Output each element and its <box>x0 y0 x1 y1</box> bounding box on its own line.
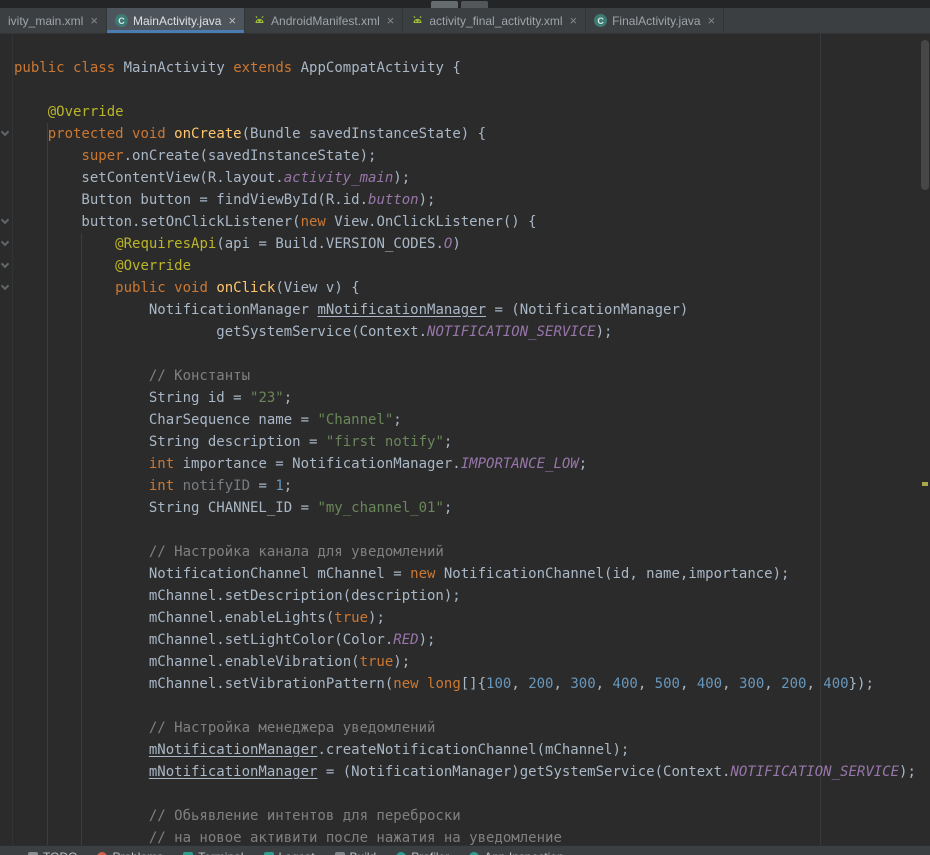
code-line: String id = "23"; <box>14 387 930 409</box>
code-line: @Override <box>14 255 930 277</box>
code-line: mChannel.enableLights(true); <box>14 607 930 629</box>
code-line: mChannel.setLightColor(Color.RED); <box>14 629 930 651</box>
close-tab-icon[interactable]: × <box>708 14 716 27</box>
fold-arrow-icon[interactable] <box>1 282 9 290</box>
code-line <box>14 79 930 101</box>
tab-ivity-main-xml[interactable]: ivity_main.xml × <box>0 8 107 33</box>
code-line: int notifyID = 1; <box>14 475 930 497</box>
code-line: NotificationChannel mChannel = new Notif… <box>14 563 930 585</box>
code-line: mChannel.setVibrationPattern(new long[]{… <box>14 673 930 695</box>
toolwindow-button-profiler[interactable]: Profiler <box>396 850 449 855</box>
close-tab-icon[interactable]: × <box>387 14 395 27</box>
code-line: // Константы <box>14 365 930 387</box>
android-xml-icon <box>411 14 424 27</box>
code-line: setContentView(R.layout.activity_main); <box>14 167 930 189</box>
toolwindow-button-terminal[interactable]: Terminal <box>183 850 243 855</box>
toolwindow-label: Profiler <box>411 850 449 855</box>
code-line <box>14 783 930 805</box>
fold-arrow-icon[interactable] <box>1 216 9 224</box>
close-tab-icon[interactable]: × <box>570 14 578 27</box>
code-line <box>14 519 930 541</box>
android-xml-icon <box>253 14 266 27</box>
java-class-icon: C <box>594 14 607 27</box>
tab-label: MainActivity.java <box>133 14 221 28</box>
toolwindow-label: Problems <box>112 850 163 855</box>
fold-arrow-icon[interactable] <box>1 238 9 246</box>
code-line: CharSequence name = "Channel"; <box>14 409 930 431</box>
close-tab-icon[interactable]: × <box>228 14 236 27</box>
tab-androidmanifest-xml[interactable]: AndroidManifest.xml × <box>245 8 403 33</box>
code-line: public void onClick(View v) { <box>14 277 930 299</box>
editor[interactable]: public class MainActivity extends AppCom… <box>0 34 930 855</box>
toolwindow-label: Logcat <box>279 850 315 855</box>
toolwindow-label: TODO <box>43 850 77 855</box>
toolwindow-button-build[interactable]: Build <box>335 850 377 855</box>
code-line: button.setOnClickListener(new View.OnCli… <box>14 211 930 233</box>
toolwindow-label: App Inspection <box>484 850 563 855</box>
code-area: public class MainActivity extends AppCom… <box>14 57 930 849</box>
android-studio-window: ivity_main.xml×CMainActivity.java×Androi… <box>0 0 930 855</box>
code-line: public class MainActivity extends AppCom… <box>14 57 930 79</box>
code-line: // Обьявление интентов для переброски <box>14 805 930 827</box>
toolwindow-button-app-inspection[interactable]: App Inspection <box>469 850 563 855</box>
warning-stripe-mark <box>922 482 928 486</box>
code-line: NotificationManager mNotificationManager… <box>14 299 930 321</box>
toolwindow-label: Build <box>350 850 377 855</box>
code-line: mChannel.enableVibration(true); <box>14 651 930 673</box>
code-line: mNotificationManager.createNotificationC… <box>14 739 930 761</box>
tab-label: activity_final_activtity.xml <box>429 14 562 28</box>
code-line: @Override <box>14 101 930 123</box>
gutter <box>0 34 13 855</box>
code-line: // Настройка менеджера уведомлений <box>14 717 930 739</box>
code-line <box>14 343 930 365</box>
fold-arrow-icon[interactable] <box>1 128 9 136</box>
tab-activity-final-activtity-xml[interactable]: activity_final_activtity.xml × <box>403 8 586 33</box>
code-line: protected void onCreate(Bundle savedInst… <box>14 123 930 145</box>
code-line: getSystemService(Context.NOTIFICATION_SE… <box>14 321 930 343</box>
toolwindow-button-logcat[interactable]: Logcat <box>264 850 315 855</box>
code-line: super.onCreate(savedInstanceState); <box>14 145 930 167</box>
close-tab-icon[interactable]: × <box>90 14 98 27</box>
code-line: int importance = NotificationManager.IMP… <box>14 453 930 475</box>
tab-label: AndroidManifest.xml <box>271 14 380 28</box>
toolwindow-button-todo[interactable]: TODO <box>28 850 77 855</box>
tab-finalactivity-java[interactable]: C FinalActivity.java × <box>586 8 724 33</box>
code-line: String CHANNEL_ID = "my_channel_01"; <box>14 497 930 519</box>
tab-label: ivity_main.xml <box>8 14 83 28</box>
code-line: @RequiresApi(api = Build.VERSION_CODES.O… <box>14 233 930 255</box>
toolwindow-label: Terminal <box>198 850 243 855</box>
code-line: // Настройка канала для уведомлений <box>14 541 930 563</box>
java-class-icon: C <box>115 14 128 27</box>
tab-bar: ivity_main.xml×CMainActivity.java×Androi… <box>0 8 930 34</box>
code-line: String description = "first notify"; <box>14 431 930 453</box>
fold-arrow-icon[interactable] <box>1 260 9 268</box>
status-bar: TODO Problems Terminal Logcat Build Profiler A… <box>0 845 930 855</box>
tab-label: FinalActivity.java <box>612 14 700 28</box>
code-line: Button button = findViewById(R.id.button… <box>14 189 930 211</box>
scrollbar-thumb[interactable] <box>921 40 929 190</box>
tab-mainactivity-java[interactable]: C MainActivity.java × <box>107 8 245 33</box>
code-line: mNotificationManager = (NotificationMana… <box>14 761 930 783</box>
main-toolbar <box>0 0 930 8</box>
code-line: mChannel.setDescription(description); <box>14 585 930 607</box>
code-line <box>14 695 930 717</box>
toolwindow-button-problems[interactable]: Problems <box>97 850 163 855</box>
